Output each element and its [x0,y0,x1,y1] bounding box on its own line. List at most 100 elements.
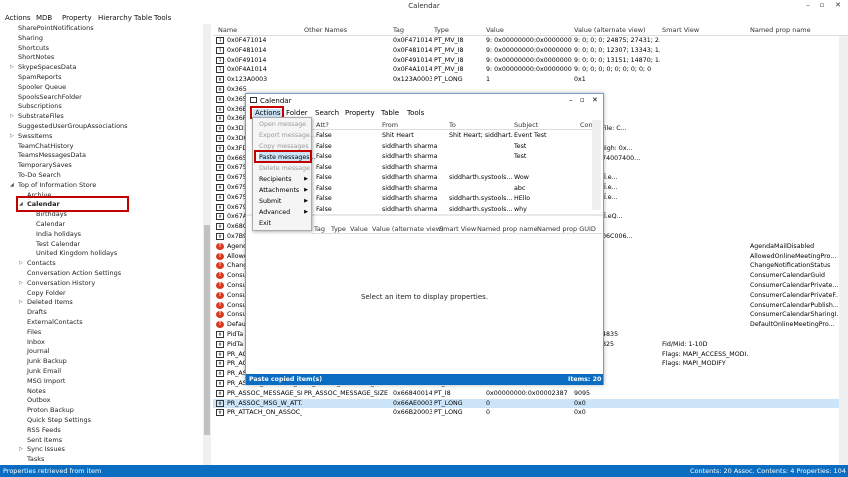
message-row[interactable]: False siddharth sharma Test [312,152,592,162]
table-row[interactable]: ꟻ 0x0F491014 0x0F491014 PT_MV_I8 9: 0x000000… [213,56,839,66]
message-row[interactable]: False siddharth sharma siddharth.systools.… [312,173,592,183]
tree-item[interactable]: Sharing [0,34,202,44]
col-att[interactable]: Att? [316,121,329,129]
tree-item[interactable]: Junk Email [0,367,202,377]
grid-col-2[interactable]: Tag [393,26,404,34]
tree-item[interactable]: Sent Items [0,436,202,446]
tree-item[interactable]: Inbox [0,338,202,348]
dialog-close-button[interactable]: ✕ [592,96,598,104]
menu-property[interactable]: Property [62,14,92,22]
dialog-menu-property[interactable]: Property [345,109,375,117]
dialog-maximize-button[interactable]: ▫ [580,96,585,104]
tree-item[interactable]: TemporarySaves [0,161,202,171]
tree-item[interactable]: RSS Feeds [0,426,202,436]
tree-item[interactable]: Outbox [0,396,202,406]
context-menu-item[interactable]: Advanced ▶ [259,207,311,218]
tree-item[interactable]: ShortNotes [0,53,202,63]
tree-item[interactable]: ▷ SubstrateFiles [0,112,202,122]
table-row[interactable]: #PR_ASSOC_MESSAGE_SI...PR_ASSOC_MESSAGE_… [213,389,839,399]
message-row[interactable]: False siddharth sharma [312,163,592,173]
context-menu-item[interactable]: Recipients ▶ [259,174,311,185]
tree-item[interactable]: ▷ SwssItems [0,132,202,142]
folder-tree[interactable]: SharePointNotifications Sharing Shortcuts S… [0,24,212,465]
message-row[interactable]: False Shit Heart Shit Heart; siddhart... Ev… [312,131,592,141]
message-row[interactable]: False siddharth sharma siddharth.systools.… [312,194,592,204]
tree-item[interactable]: Junk Backup [0,357,202,367]
message-row[interactable]: False siddharth sharma siddharth.systools.… [312,205,592,215]
expander-icon[interactable]: ◢ [10,181,14,191]
expander-icon[interactable]: ▷ [19,445,23,455]
table-row[interactable]: # PR_ATTACH_ON_ASSOC_... 0x66B20003 PT_LONG… [213,408,839,418]
tree-item[interactable]: Calendar [0,220,202,230]
col-from[interactable]: From [382,121,398,129]
menu-tools[interactable]: Tools [154,14,171,22]
context-menu-item[interactable]: Exit [259,218,311,229]
tree-item[interactable]: SpamReports [0,73,202,83]
dialog-menu-folder[interactable]: Folder [286,109,308,117]
expander-icon[interactable]: ▷ [10,132,14,142]
grid-col-7[interactable]: Named prop name [750,26,811,34]
prop-col-4[interactable]: Smart View [439,225,476,233]
tree-scrollbar-thumb[interactable] [204,225,210,435]
expander-icon[interactable]: ▷ [19,279,23,289]
table-row[interactable]: # PR_ASSOC_MSG_W_ATT... 0x66AE0003 PT_LONG 0… [213,398,839,409]
tree-item[interactable]: Subscriptions [0,102,202,112]
tree-item[interactable]: United Kingdom holidays [0,249,202,259]
tree-item[interactable]: Journal [0,347,202,357]
tree-item[interactable]: ◢ Top of Information Store [0,181,202,191]
col-to[interactable]: To [449,121,456,129]
expander-icon[interactable]: ▷ [10,112,14,122]
maximize-button[interactable]: ▫ [816,1,828,11]
tree-item[interactable]: ExternalContacts [0,318,202,328]
menu-hierarchy-table[interactable]: Hierarchy Table [98,14,152,22]
tree-item[interactable]: Quick Step Settings [0,416,202,426]
tree-item[interactable]: Tasks [0,455,202,465]
table-row[interactable]: ꟻ 0x0F4A1014 0x0F4A1014 PT_MV_I8 9: 0x000000… [213,65,839,75]
expander-icon[interactable]: ▷ [19,298,23,308]
close-button[interactable]: ✕ [832,1,844,11]
dialog-menu-tools[interactable]: Tools [407,109,424,117]
prop-col-3[interactable]: Value (alternate view) [372,225,444,233]
tree-item[interactable]: ▷ Contacts [0,259,202,269]
context-menu-item[interactable]: Attachments ▶ [259,185,311,196]
tree-item[interactable]: To-Do Search [0,171,202,181]
expander-icon[interactable]: ▷ [10,63,14,73]
tree-item[interactable]: Notes [0,387,202,397]
dialog-minimize-button[interactable]: – [569,96,573,104]
grid-col-6[interactable]: Smart View [662,26,699,34]
message-list-scrollbar[interactable] [592,120,601,210]
tree-item[interactable]: Spooler Queue [0,83,202,93]
prop-col-5[interactable]: Named prop name [477,225,538,233]
menu-actions[interactable]: Actions [5,14,31,22]
grid-col-5[interactable]: Value (alternate view) [574,26,646,34]
tree-item[interactable]: Conversation Action Settings [0,269,202,279]
tree-item[interactable]: SpoolsSearchFolder [0,93,202,103]
table-row[interactable]: ꟻ 0x0F481014 0x0F481014 PT_MV_I8 9: 0x000000… [213,46,839,56]
context-menu-item[interactable]: Submit ▶ [259,196,311,207]
tree-item[interactable]: ▷ SkypeSpacesData [0,63,202,73]
table-row[interactable]: ꟻ 0x0F471014 0x0F471014 PT_MV_I8 9: 0x000000… [213,36,839,46]
dialog-menu-table[interactable]: Table [381,109,399,117]
grid-col-4[interactable]: Value [486,26,504,34]
tree-item[interactable]: SuggestedUserGroupAssociations [0,122,202,132]
message-row[interactable]: False siddharth sharma abc [312,184,592,194]
message-row[interactable]: False siddharth sharma Test [312,142,592,152]
prop-col-6[interactable]: Named prop GUID [537,225,596,233]
tree-item[interactable]: MSG Import [0,377,202,387]
tree-item[interactable]: TeamsMessagesData [0,151,202,161]
grid-col-3[interactable]: Type [434,26,449,34]
minimize-button[interactable]: – [802,1,814,11]
prop-col-2[interactable]: Value [350,225,368,233]
tree-item[interactable]: Test Calendar [0,240,202,250]
tree-item[interactable]: Proton Backup [0,406,202,416]
tree-item[interactable]: Copy Folder [0,289,202,299]
prop-col-1[interactable]: Type [331,225,346,233]
tree-item[interactable]: Files [0,328,202,338]
tree-item[interactable]: Shortcuts [0,44,202,54]
dialog-menu-search[interactable]: Search [315,109,339,117]
grid-scrollbar[interactable] [839,36,848,465]
table-row[interactable]: #0x123A0003 0x123A0003 PT_LONG 1 0x1 [213,75,839,85]
col-con[interactable]: Con [580,121,593,129]
tree-item[interactable]: ▷ Sync Issues [0,445,202,455]
tree-item[interactable]: Drafts [0,308,202,318]
